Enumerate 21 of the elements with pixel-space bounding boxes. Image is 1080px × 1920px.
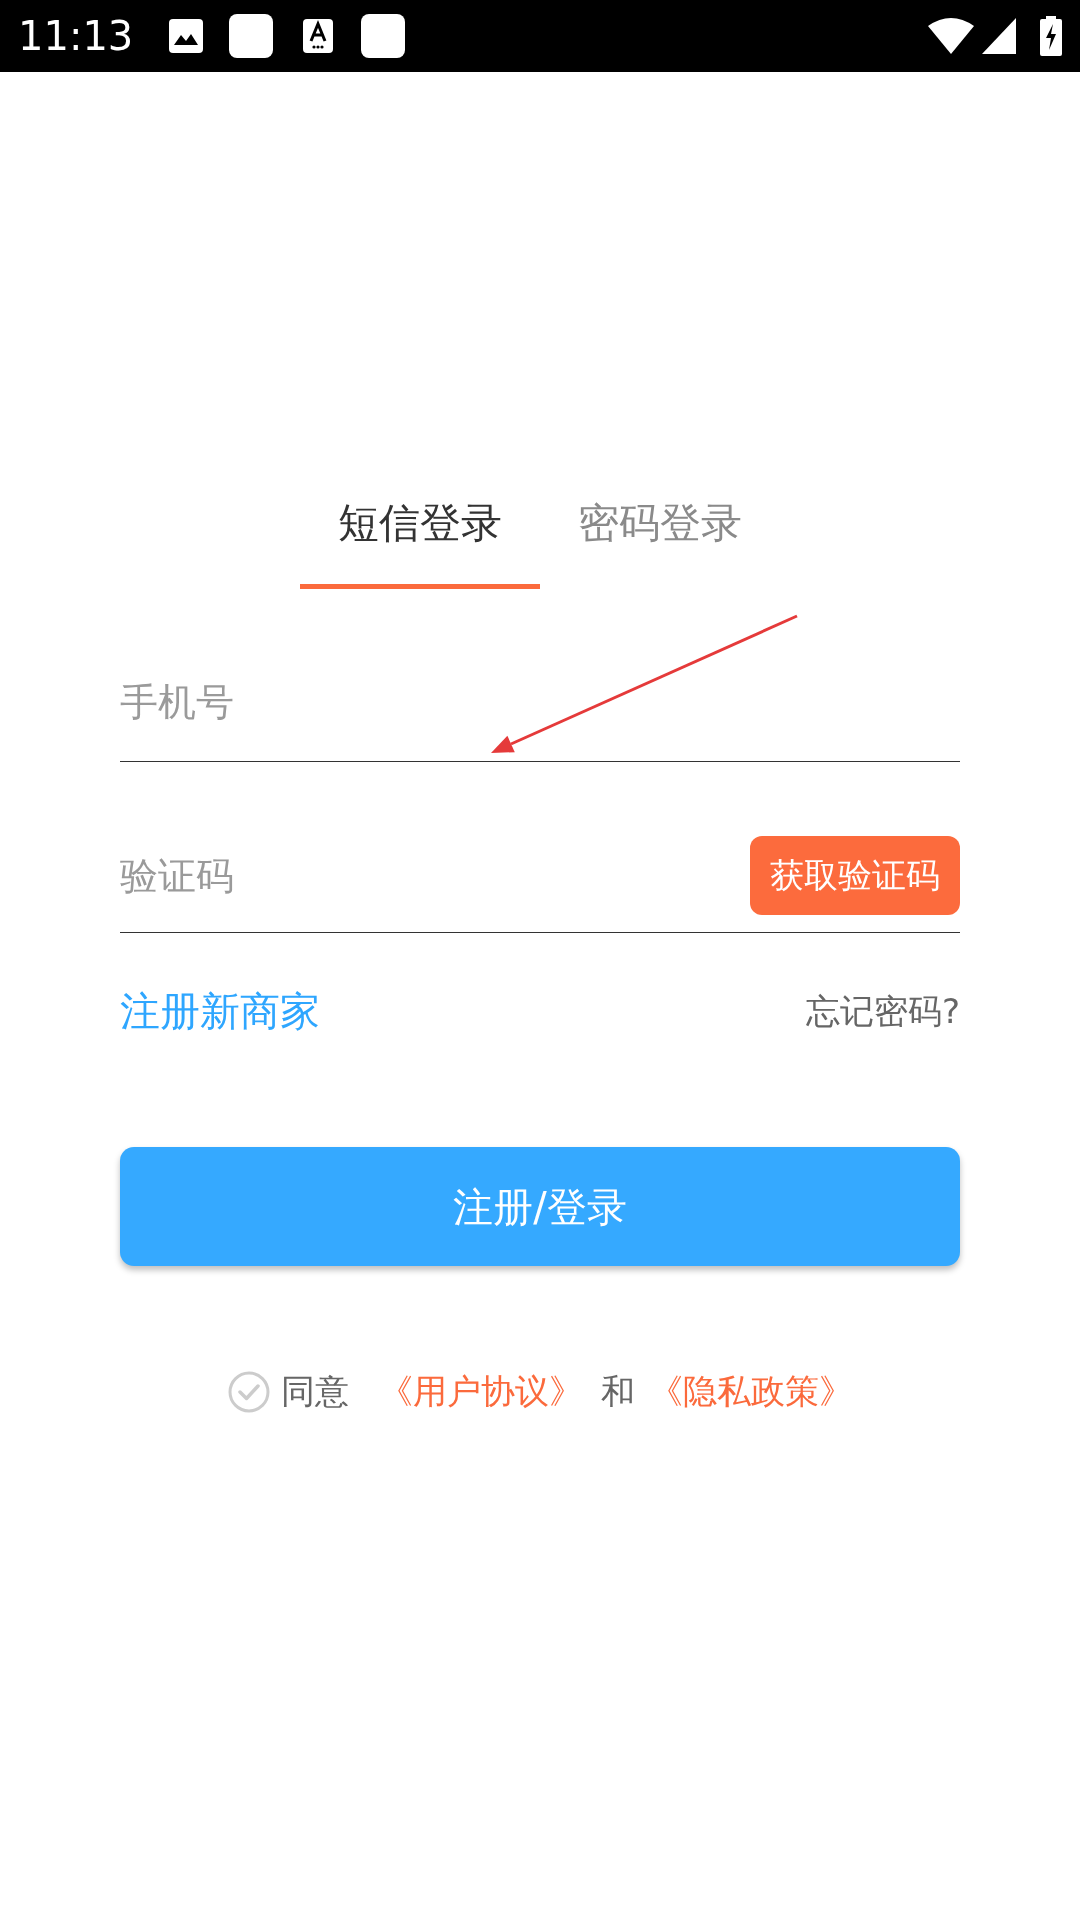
agreement-text: 和 — [600, 1370, 635, 1413]
image-icon — [169, 19, 204, 53]
register-login-button[interactable]: 注册/登录 — [120, 1147, 960, 1266]
register-link[interactable]: 注册新商家 — [120, 987, 320, 1036]
login-tab[interactable]: 密码登录 — [540, 498, 780, 589]
agreement-link[interactable]: 《隐私政策》 — [648, 1366, 853, 1417]
get-code-button[interactable]: 获取验证码 — [750, 836, 960, 915]
status-time: 11:13 — [18, 16, 134, 56]
notification-square-icon — [361, 14, 406, 58]
signal-icon — [982, 18, 1016, 54]
phone-input-field[interactable]: 手机号 — [120, 662, 960, 742]
agreement-text: 同意 — [280, 1370, 349, 1413]
agreement-link[interactable]: 《用户协议》 — [378, 1366, 583, 1417]
code-input-field[interactable]: 验证码 — [120, 836, 750, 915]
agree-checkbox-icon[interactable] — [227, 1370, 270, 1413]
forgot-password-link[interactable]: 忘记密码? — [805, 986, 960, 1037]
notification-square-icon — [229, 14, 274, 58]
wifi-icon — [928, 18, 974, 54]
battery-charging-icon — [1040, 16, 1062, 56]
login-tab[interactable]: 短信登录 — [300, 498, 540, 589]
letter-a-icon — [303, 19, 334, 53]
